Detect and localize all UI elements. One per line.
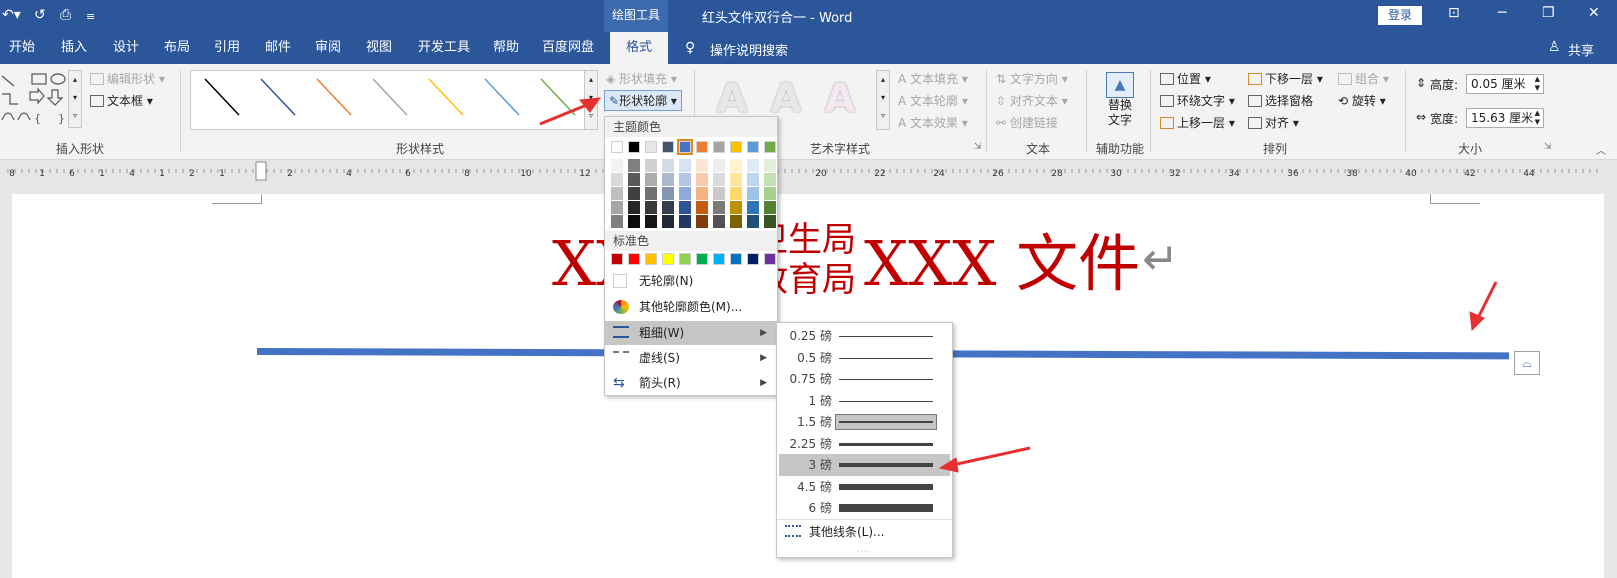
annotation-arrowhead bbox=[1469, 311, 1485, 332]
annotation-arrows bbox=[539, 97, 1498, 473]
annotation-arrowhead bbox=[938, 457, 959, 473]
annotation-arrow-3pt bbox=[947, 446, 1031, 468]
